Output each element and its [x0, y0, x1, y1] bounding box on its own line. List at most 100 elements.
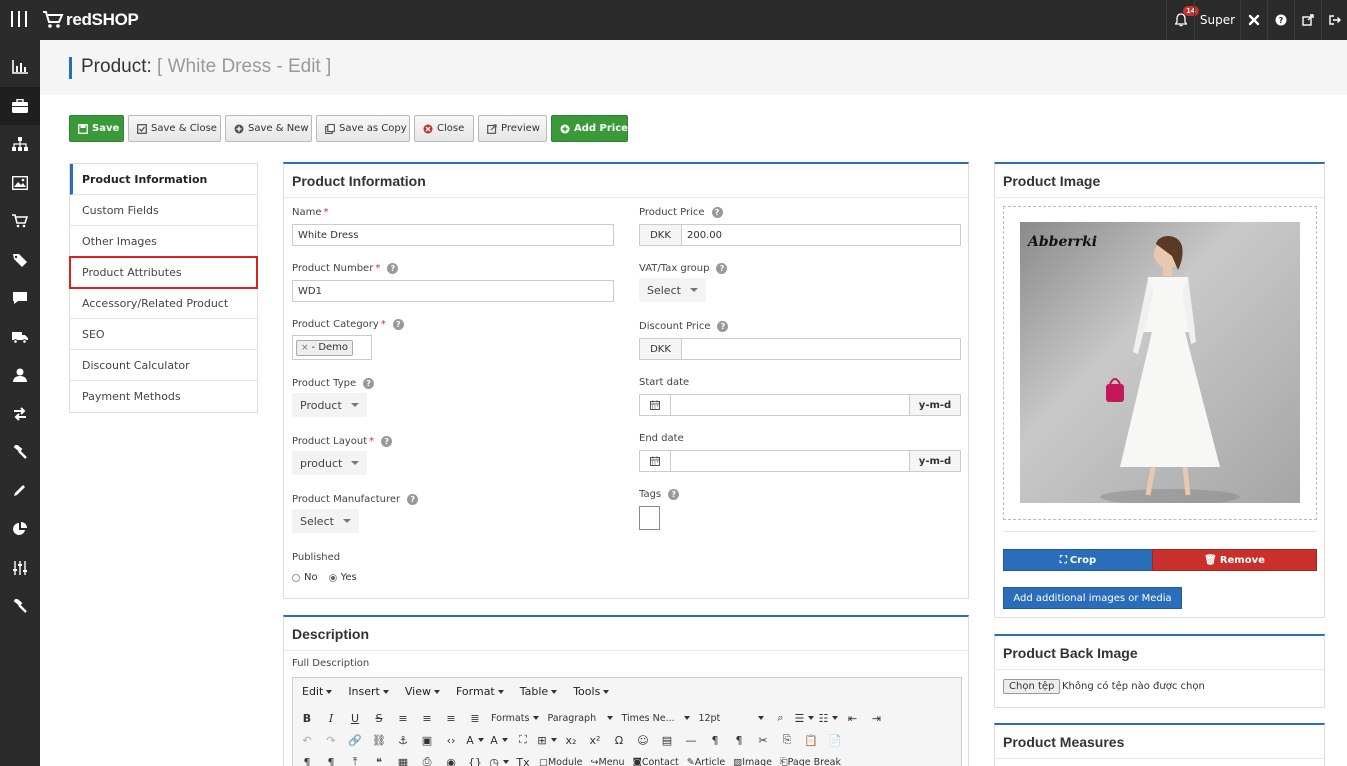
help-icon[interactable]: ? [717, 321, 729, 332]
print-icon[interactable]: ⎙ [417, 752, 437, 766]
image-button[interactable]: ▨ Image [731, 752, 774, 766]
bullet-list-icon[interactable]: ☰ [794, 708, 815, 728]
emoticon-icon[interactable]: ☺ [633, 730, 653, 750]
external-link-button[interactable] [1294, 0, 1321, 40]
fullscreen-icon[interactable]: ⛶ [513, 730, 533, 750]
sidebar-item-tools[interactable] [0, 433, 40, 472]
end-date-input[interactable] [670, 450, 910, 472]
product-price-input[interactable]: 200.00 [681, 224, 961, 246]
cut-icon[interactable]: ✂ [753, 730, 773, 750]
sidebar-item-products[interactable] [0, 86, 40, 125]
code-icon[interactable]: ‹› [441, 730, 461, 750]
calendar-button[interactable] [639, 450, 671, 472]
insert-image-icon[interactable]: ▣ [417, 730, 437, 750]
help-icon[interactable]: ? [392, 319, 404, 330]
choose-file-button[interactable]: Chọn tệp [1003, 679, 1061, 694]
show-blocks-icon[interactable]: ¶ [321, 752, 341, 766]
sidebar-item-import-export[interactable] [0, 395, 40, 434]
save-close-button[interactable]: Save & Close [128, 115, 221, 142]
joomla-button[interactable] [1240, 0, 1267, 40]
add-price-button[interactable]: Add Price [551, 115, 628, 142]
blockquote-icon[interactable]: ❝ [369, 752, 389, 766]
numbered-list-icon[interactable]: ☷ [818, 708, 839, 728]
align-left-button[interactable]: ≡ [393, 708, 413, 728]
sidebar-item-discounts[interactable] [0, 241, 40, 280]
ltr-icon[interactable]: ¶ [729, 730, 749, 750]
align-center-button[interactable]: ≡ [417, 708, 437, 728]
user-menu[interactable]: Super [1194, 0, 1240, 40]
sidebar-item-wizard[interactable] [0, 587, 40, 626]
help-icon[interactable]: ? [407, 494, 419, 505]
product-manufacturer-select[interactable]: Select [292, 509, 359, 533]
table-icon[interactable]: ⊞ [537, 730, 557, 750]
product-layout-select[interactable]: product [292, 451, 368, 475]
module-button[interactable]: ▢ Module [537, 752, 585, 766]
product-type-select[interactable]: Product [292, 393, 367, 417]
image-dropzone[interactable]: Abberrki [1003, 206, 1317, 520]
help-button[interactable]: ? [1267, 0, 1294, 40]
template-icon[interactable]: ▦ [393, 752, 413, 766]
background-color-icon[interactable]: A [489, 730, 509, 750]
copy-icon[interactable]: ⎘ [777, 730, 797, 750]
rtl-icon[interactable]: ¶ [705, 730, 725, 750]
vat-select[interactable]: Select [639, 278, 706, 302]
menu-view[interactable]: View [405, 685, 440, 698]
redo-icon[interactable]: ↷ [321, 730, 341, 750]
font-family-dropdown[interactable]: Times Ne... [619, 708, 692, 728]
sidebar-item-categories[interactable] [0, 125, 40, 164]
strikethrough-button[interactable]: S [369, 708, 389, 728]
sidebar-item-shipping[interactable] [0, 318, 40, 357]
preview-eye-icon[interactable]: ◉ [441, 752, 461, 766]
product-number-input[interactable]: WD1 [292, 280, 614, 302]
remove-image-button[interactable]: 🗑 Remove [1152, 549, 1317, 571]
paragraph-dropdown[interactable]: Paragraph [545, 708, 615, 728]
superscript-icon[interactable]: x² [585, 730, 605, 750]
horizontal-rule-icon[interactable]: — [681, 730, 701, 750]
logout-button[interactable] [1321, 0, 1347, 40]
font-size-dropdown[interactable]: 12pt [696, 708, 766, 728]
menu-format[interactable]: Format [456, 685, 504, 698]
align-right-button[interactable]: ≡ [441, 708, 461, 728]
sidebar-item-statistics[interactable] [0, 48, 40, 87]
sidebar-item-customization[interactable] [0, 472, 40, 511]
time-icon[interactable]: ◷ [489, 752, 509, 766]
add-additional-images-button[interactable]: Add additional images or Media [1003, 587, 1182, 609]
menu-tools[interactable]: Tools [573, 685, 609, 698]
tab-product-attributes[interactable]: Product Attributes [69, 256, 258, 289]
tab-accessory-related[interactable]: Accessory/Related Product [70, 288, 257, 319]
save-button[interactable]: Save [69, 115, 124, 142]
tags-input[interactable] [639, 506, 660, 530]
help-icon[interactable]: ? [716, 263, 728, 274]
menu-insert[interactable]: Insert [348, 685, 389, 698]
help-icon[interactable]: ? [363, 378, 375, 389]
tab-payment-methods[interactable]: Payment Methods [70, 381, 257, 412]
discount-price-input[interactable] [681, 338, 961, 360]
subscript-icon[interactable]: x₂ [561, 730, 581, 750]
help-icon[interactable]: ? [668, 489, 680, 500]
sidebar-item-media[interactable] [0, 164, 40, 203]
name-input[interactable]: White Dress [292, 224, 614, 246]
category-chip[interactable]: × - Demo [296, 339, 354, 356]
tab-seo[interactable]: SEO [70, 319, 257, 350]
formats-dropdown[interactable]: Formats [489, 708, 541, 728]
paste-text-icon[interactable]: 📄 [825, 730, 845, 750]
indent-icon[interactable]: ⇥ [866, 708, 886, 728]
tab-product-information[interactable]: Product Information [70, 164, 257, 195]
text-color-icon[interactable]: A [465, 730, 485, 750]
close-button[interactable]: Close [414, 115, 474, 142]
menu-table[interactable]: Table [520, 685, 557, 698]
start-date-input[interactable] [670, 394, 910, 416]
sidebar-item-communication[interactable] [0, 279, 40, 318]
special-char-icon[interactable]: Ω [609, 730, 629, 750]
product-category-select[interactable]: × - Demo [292, 335, 372, 360]
undo-icon[interactable]: ↶ [297, 730, 317, 750]
clear-format-icon[interactable]: Tx [513, 752, 533, 766]
anchor-icon[interactable]: ⚓ [393, 730, 413, 750]
save-copy-button[interactable]: Save as Copy [316, 115, 410, 142]
contact-button[interactable]: ◙ Contact [631, 752, 681, 766]
calendar-button[interactable] [639, 394, 671, 416]
tab-discount-calculator[interactable]: Discount Calculator [70, 350, 257, 381]
sidebar-item-configuration[interactable] [0, 549, 40, 588]
link-icon[interactable]: 🔗 [345, 730, 365, 750]
underline-button[interactable]: U [345, 708, 365, 728]
